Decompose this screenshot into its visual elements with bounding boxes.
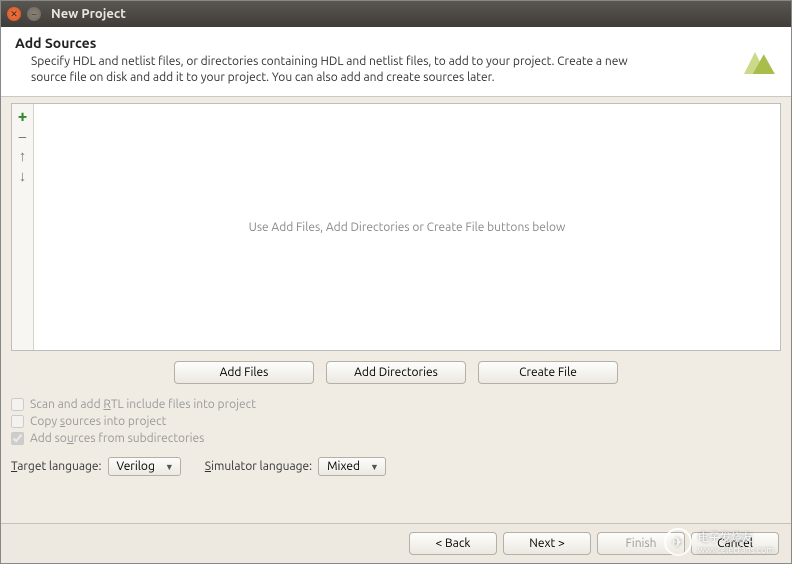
chevron-down-icon: ▼ <box>370 462 379 472</box>
add-directories-button[interactable]: Add Directories <box>326 361 466 384</box>
close-icon[interactable]: ✕ <box>7 7 21 21</box>
target-language-label: Target language: <box>11 460 102 473</box>
options-group: Scan and add RTL include files into proj… <box>11 398 781 445</box>
target-language-value: Verilog <box>117 460 155 473</box>
add-subdirs-checkbox <box>11 432 24 445</box>
scan-include-checkbox-row: Scan and add RTL include files into proj… <box>11 398 781 411</box>
dialog-window: ✕ – New Project Add Sources Specify HDL … <box>0 0 792 564</box>
titlebar: ✕ – New Project <box>1 1 791 27</box>
minimize-icon[interactable]: – <box>27 7 41 21</box>
page-description: Specify HDL and netlist files, or direct… <box>15 54 665 86</box>
body-panel: + – ↑ ↓ Use Add Files, Add Directories o… <box>1 97 791 523</box>
window-title: New Project <box>51 7 126 21</box>
copy-sources-checkbox-row: Copy sources into project <box>11 415 781 428</box>
empty-list-message: Use Add Files, Add Directories or Create… <box>34 104 780 350</box>
finish-button: Finish <box>597 532 685 555</box>
add-subdirs-label: Add sources from subdirectories <box>30 432 204 445</box>
move-down-icon[interactable]: ↓ <box>15 168 31 184</box>
target-language-select[interactable]: Verilog ▼ <box>108 457 181 476</box>
language-row: Target language: Verilog ▼ Simulator lan… <box>11 457 781 476</box>
header-text: Add Sources Specify HDL and netlist file… <box>15 35 723 86</box>
simulator-language-value: Mixed <box>327 460 360 473</box>
copy-sources-label: Copy sources into project <box>30 415 166 428</box>
sources-toolbar: + – ↑ ↓ <box>12 104 34 350</box>
create-file-button[interactable]: Create File <box>478 361 618 384</box>
remove-icon[interactable]: – <box>15 128 31 144</box>
scan-include-checkbox <box>11 398 24 411</box>
footer-panel: < Back Next > Finish Cancel <box>1 523 791 563</box>
add-subdirs-checkbox-row: Add sources from subdirectories <box>11 432 781 445</box>
simulator-language-label: Simulator language: <box>205 460 312 473</box>
back-button[interactable]: < Back <box>409 532 497 555</box>
add-icon[interactable]: + <box>15 108 31 124</box>
copy-sources-checkbox <box>11 415 24 428</box>
header-panel: Add Sources Specify HDL and netlist file… <box>1 27 791 97</box>
next-button[interactable]: Next > <box>503 532 591 555</box>
file-buttons-row: Add Files Add Directories Create File <box>11 361 781 384</box>
move-up-icon[interactable]: ↑ <box>15 148 31 164</box>
chevron-down-icon: ▼ <box>165 462 174 472</box>
sources-list-area: + – ↑ ↓ Use Add Files, Add Directories o… <box>11 103 781 351</box>
simulator-language-select[interactable]: Mixed ▼ <box>318 457 386 476</box>
scan-include-label: Scan and add RTL include files into proj… <box>30 398 256 411</box>
page-title: Add Sources <box>15 35 723 51</box>
wizard-logo-icon <box>733 41 777 85</box>
cancel-button[interactable]: Cancel <box>691 532 779 555</box>
add-files-button[interactable]: Add Files <box>174 361 314 384</box>
